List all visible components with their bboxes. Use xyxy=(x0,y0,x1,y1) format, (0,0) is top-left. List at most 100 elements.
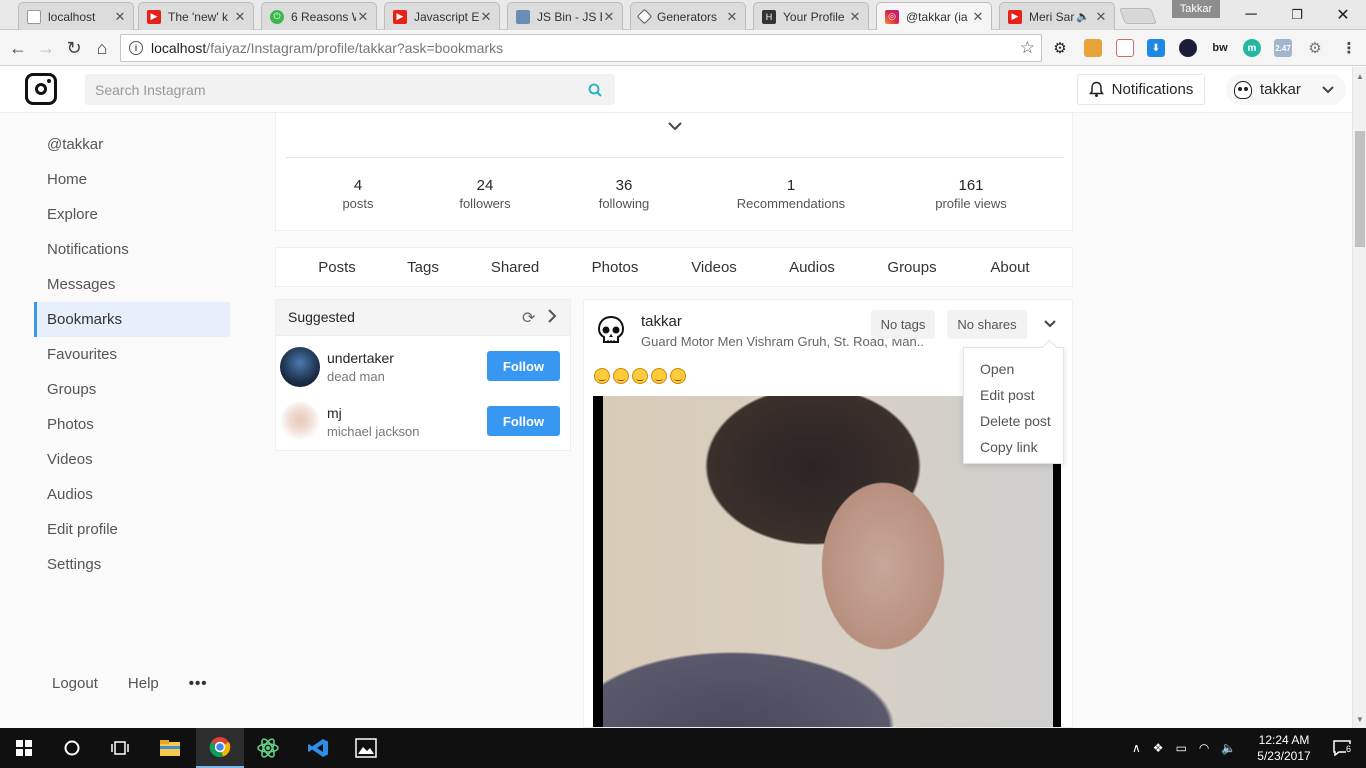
vscode-icon[interactable] xyxy=(294,728,342,768)
avatar[interactable] xyxy=(280,402,320,442)
notifications-button[interactable]: Notifications xyxy=(1077,74,1205,105)
extension-icon[interactable] xyxy=(1084,39,1102,57)
back-icon[interactable]: ← xyxy=(6,36,30,60)
close-icon[interactable]: ✕ xyxy=(113,9,127,25)
sidebar-item-explore[interactable]: Explore xyxy=(34,197,230,232)
tab-about[interactable]: About xyxy=(990,259,1029,276)
tab-shared[interactable]: Shared xyxy=(491,259,539,276)
sidebar-item-favourites[interactable]: Favourites xyxy=(34,337,230,372)
extension-icon[interactable] xyxy=(1116,39,1134,57)
menu-item-edit-post[interactable]: Edit post xyxy=(980,387,1034,403)
bookmark-star-icon[interactable]: ☆ xyxy=(1020,38,1035,58)
forward-icon[interactable]: → xyxy=(34,36,58,60)
home-icon[interactable]: ⌂ xyxy=(90,36,114,60)
scroll-thumb[interactable] xyxy=(1355,131,1365,247)
reload-icon[interactable]: ↻ xyxy=(62,36,86,60)
help-link[interactable]: Help xyxy=(128,675,159,692)
wifi-icon[interactable]: ◠ xyxy=(1199,741,1209,755)
sidebar-item-home[interactable]: Home xyxy=(34,162,230,197)
close-icon[interactable]: ✕ xyxy=(848,9,862,25)
browser-tab-active[interactable]: ◎ @takkar (ia ✕ xyxy=(876,2,992,30)
new-tab-button[interactable] xyxy=(1119,8,1157,24)
menu-item-delete-post[interactable]: Delete post xyxy=(980,413,1051,429)
stat-posts[interactable]: 4 posts xyxy=(316,177,400,212)
extension-icon[interactable]: m xyxy=(1243,39,1261,57)
info-icon[interactable]: i xyxy=(129,41,143,55)
tab-audios[interactable]: Audios xyxy=(789,259,835,276)
menu-item-open[interactable]: Open xyxy=(980,361,1014,377)
close-icon[interactable]: ✕ xyxy=(725,9,739,25)
browser-tab[interactable]: Generators ✕ xyxy=(630,2,746,30)
suggested-username[interactable]: mj xyxy=(327,405,342,421)
avatar[interactable] xyxy=(280,347,320,387)
settings-extension-icon[interactable]: ⚙ xyxy=(1306,39,1324,57)
browser-tab[interactable]: localhost ✕ xyxy=(18,2,134,30)
sidebar-item-audios[interactable]: Audios xyxy=(34,477,230,512)
tab-videos[interactable]: Videos xyxy=(691,259,737,276)
chevron-down-icon[interactable] xyxy=(666,119,684,133)
speaker-icon[interactable]: 🔈 xyxy=(1076,10,1090,23)
browser-tab[interactable]: ⏻ 6 Reasons W ✕ xyxy=(261,2,377,30)
more-options-icon[interactable]: ••• xyxy=(189,675,208,692)
scroll-down-icon[interactable]: ▼ xyxy=(1353,712,1366,726)
logout-link[interactable]: Logout xyxy=(52,675,98,692)
gear-extension-icon[interactable]: ⚙ xyxy=(1051,39,1069,57)
post-tags-pill[interactable]: No tags xyxy=(871,310,935,339)
close-icon[interactable]: ✕ xyxy=(602,9,616,25)
tab-tags[interactable]: Tags xyxy=(407,259,439,276)
close-icon[interactable]: ✕ xyxy=(233,9,247,25)
browser-tab[interactable]: ▶ The 'new' k ✕ xyxy=(138,2,254,30)
close-icon[interactable]: ✕ xyxy=(1094,9,1108,25)
sidebar-item-bookmarks[interactable]: Bookmarks xyxy=(34,302,230,337)
bw-extension-icon[interactable]: bw xyxy=(1211,39,1229,57)
dropbox-icon[interactable]: ❖ xyxy=(1153,741,1164,755)
volume-icon[interactable]: 🔈 xyxy=(1221,741,1236,755)
windows-start-icon[interactable] xyxy=(0,728,48,768)
menu-kebab-icon[interactable]: ⋮ xyxy=(1340,39,1358,57)
page-scrollbar[interactable]: ▲ ▼ xyxy=(1352,67,1366,728)
refresh-icon[interactable]: ⟳ xyxy=(522,308,535,328)
browser-tab[interactable]: ▶ Meri Sar 🔈 ✕ xyxy=(999,2,1115,30)
skull-avatar-icon[interactable] xyxy=(596,315,626,347)
chrome-taskbar-icon[interactable] xyxy=(196,728,244,768)
stat-recommendations[interactable]: 1 Recommendations xyxy=(726,177,856,212)
sidebar-item-photos[interactable]: Photos xyxy=(34,407,230,442)
extension-badge-icon[interactable]: 2.47 xyxy=(1274,39,1292,57)
browser-tab[interactable]: H Your Profile ✕ xyxy=(753,2,869,30)
system-clock[interactable]: 12:24 AM 5/23/2017 xyxy=(1250,732,1318,764)
task-view-icon[interactable] xyxy=(96,728,144,768)
download-icon[interactable]: ⬇ xyxy=(1147,39,1165,57)
suggested-username[interactable]: undertaker xyxy=(327,350,394,366)
scroll-up-icon[interactable]: ▲ xyxy=(1353,69,1366,83)
sidebar-item-edit-profile[interactable]: Edit profile xyxy=(34,512,230,547)
stat-following[interactable]: 36 following xyxy=(582,177,666,212)
browser-tab[interactable]: JS Bin - JS E ✕ xyxy=(507,2,623,30)
close-icon[interactable]: ✕ xyxy=(356,9,370,25)
sidebar-item-notifications[interactable]: Notifications xyxy=(34,232,230,267)
photos-app-icon[interactable] xyxy=(342,728,390,768)
atom-icon[interactable] xyxy=(244,728,292,768)
sidebar-handle[interactable]: @takkar xyxy=(34,127,230,162)
stat-followers[interactable]: 24 followers xyxy=(443,177,527,212)
search-icon[interactable] xyxy=(575,83,615,97)
chevron-right-icon[interactable] xyxy=(547,308,557,324)
tab-groups[interactable]: Groups xyxy=(887,259,936,276)
sidebar-item-videos[interactable]: Videos xyxy=(34,442,230,477)
extension-icon[interactable] xyxy=(1179,39,1197,57)
post-username[interactable]: takkar xyxy=(641,313,682,330)
window-close-icon[interactable]: ✕ xyxy=(1320,0,1366,30)
restore-icon[interactable]: ❐ xyxy=(1274,0,1320,30)
menu-item-copy-link[interactable]: Copy link xyxy=(980,439,1038,455)
sidebar-item-settings[interactable]: Settings xyxy=(34,547,230,582)
post-shares-pill[interactable]: No shares xyxy=(947,310,1027,339)
close-icon[interactable]: ✕ xyxy=(971,9,985,25)
action-center-icon[interactable]: 6 xyxy=(1318,728,1366,768)
address-bar[interactable]: i localhost/faiyaz/Instagram/profile/tak… xyxy=(120,34,1042,62)
browser-profile-badge[interactable]: Takkar xyxy=(1172,0,1220,18)
user-menu-button[interactable]: takkar xyxy=(1226,74,1346,105)
file-explorer-icon[interactable] xyxy=(146,728,194,768)
stat-profile-views[interactable]: 161 profile views xyxy=(920,177,1022,212)
post-options-button[interactable] xyxy=(1038,311,1062,337)
close-icon[interactable]: ✕ xyxy=(479,9,493,25)
sidebar-item-messages[interactable]: Messages xyxy=(34,267,230,302)
